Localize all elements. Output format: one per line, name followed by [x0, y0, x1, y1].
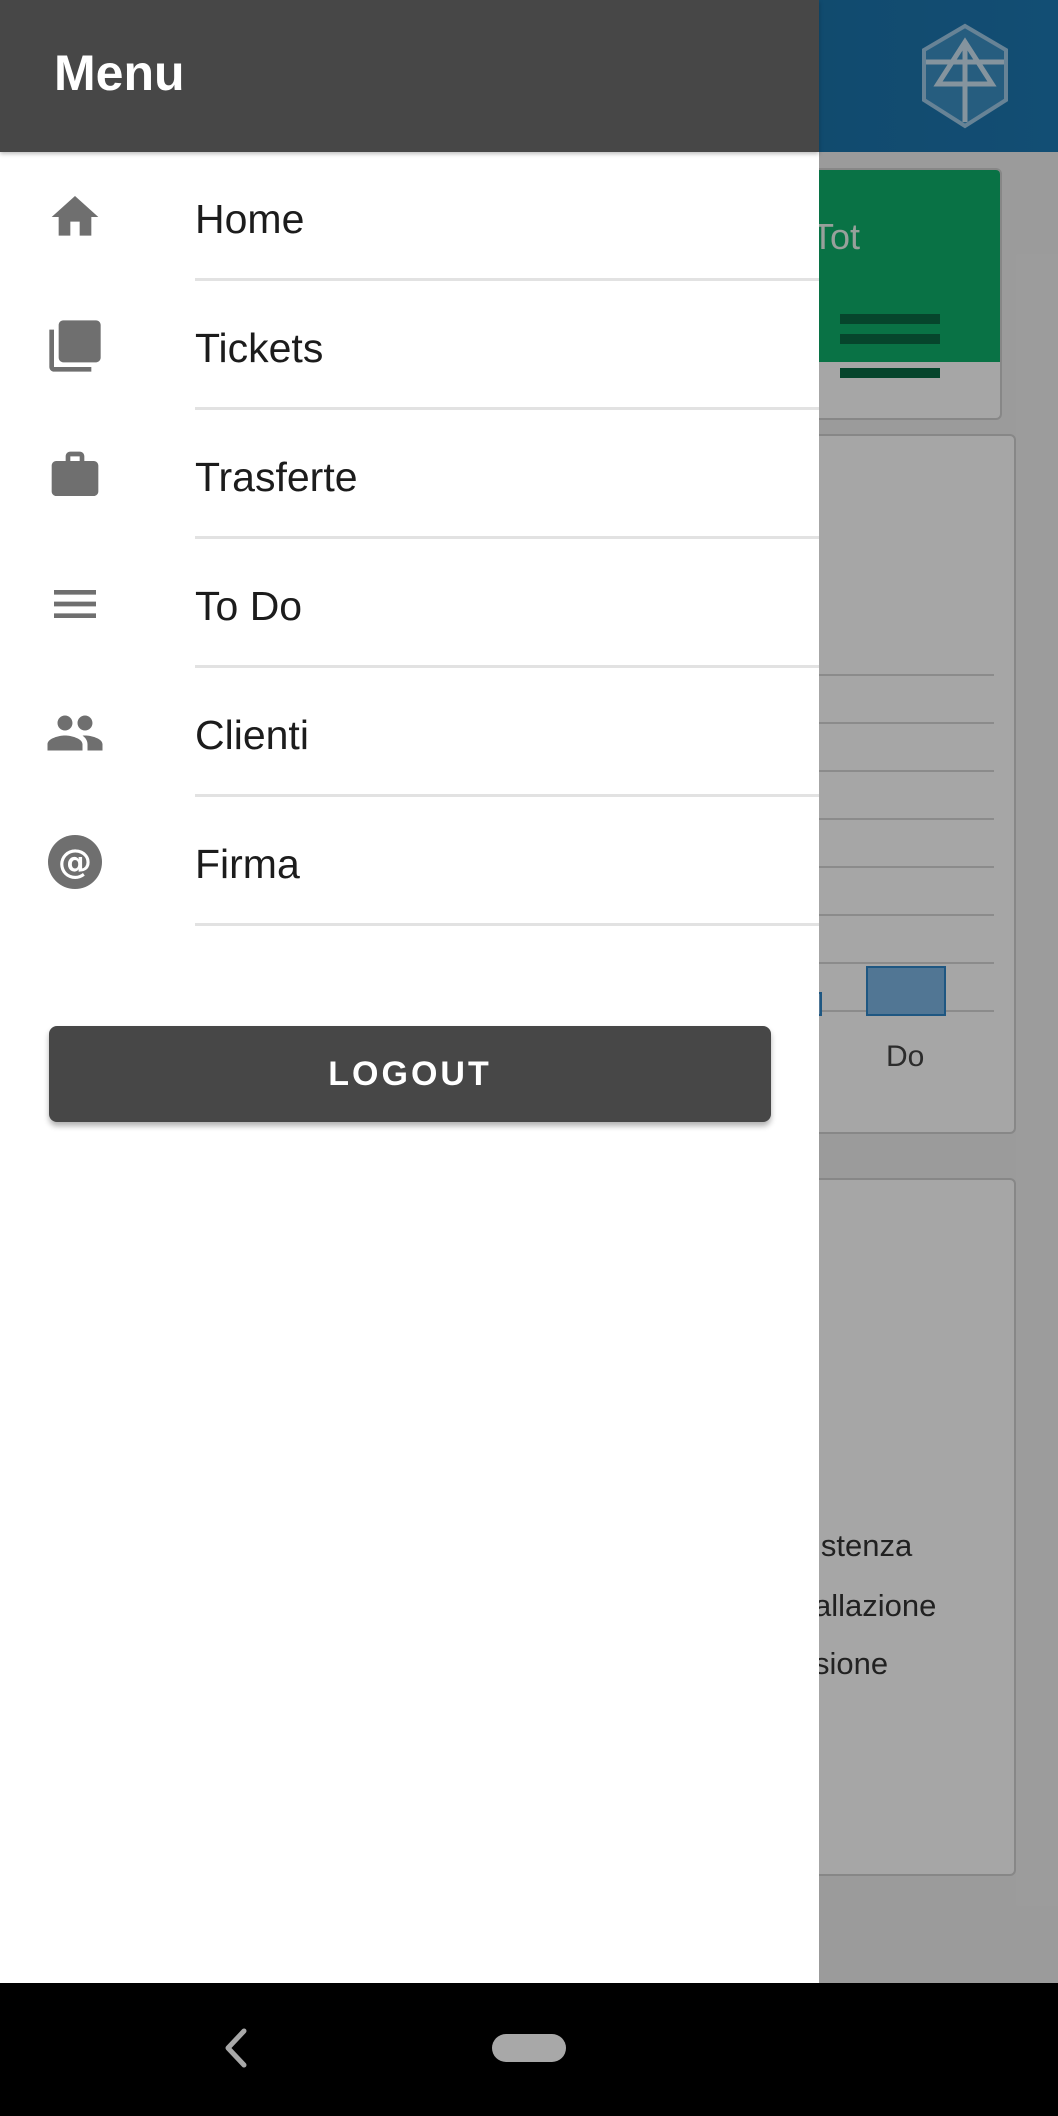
svg-text:@: @ [58, 842, 92, 882]
menu-item-label: Firma [195, 841, 300, 887]
back-icon[interactable] [214, 2013, 254, 2083]
menu-item-trasferte[interactable]: Trasferte [0, 410, 819, 539]
menu-item-label: Home [195, 196, 305, 242]
people-icon [44, 702, 106, 764]
menu-item-label: Tickets [195, 325, 324, 371]
menu-item-tickets[interactable]: Tickets [0, 281, 819, 410]
drawer-title: Menu [54, 45, 185, 101]
tickets-icon [44, 315, 106, 377]
home-pill-button[interactable] [492, 2034, 566, 2062]
menu-item-label: Clienti [195, 712, 309, 758]
menu-item-firma[interactable]: @ Firma [0, 797, 819, 926]
menu-item-label: To Do [195, 583, 303, 629]
drawer-menu: Home Tickets Trasferte To Do Clienti @ F… [0, 152, 819, 926]
briefcase-icon [44, 444, 106, 506]
menu-item-home[interactable]: Home [0, 152, 819, 281]
menu-item-todo[interactable]: To Do [0, 539, 819, 668]
navigation-drawer: Menu Home Tickets Trasferte To Do Client… [0, 0, 819, 1983]
list-icon [44, 573, 106, 635]
home-icon [44, 186, 106, 248]
divider [195, 923, 819, 926]
drawer-header: Menu [0, 0, 819, 152]
menu-item-clienti[interactable]: Clienti [0, 668, 819, 797]
menu-item-label: Trasferte [195, 454, 358, 500]
logout-button[interactable]: LOGOUT [49, 1026, 771, 1122]
at-sign-icon: @ [44, 831, 106, 893]
